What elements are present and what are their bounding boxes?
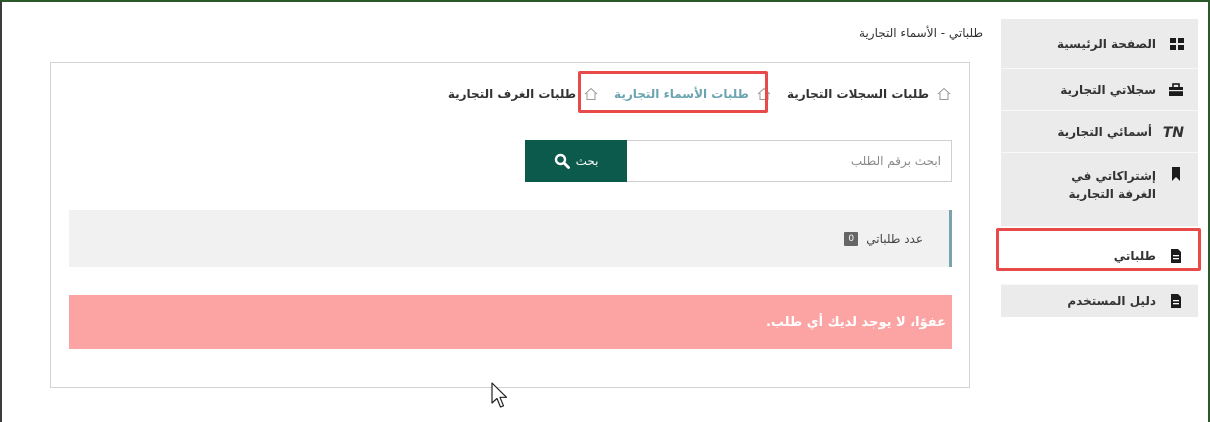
count-badge: 0 [844,231,859,246]
grid-icon [1168,37,1184,51]
document-icon [1168,294,1184,308]
sidebar-item-label: الصفحة الرئيسية [1056,36,1156,51]
search-icon [554,153,570,169]
highlight-box-tab [578,71,768,113]
tn-icon: TN [1162,124,1184,141]
alert-message: عفوًا، لا يوجد لديك أي طلب. [765,314,946,330]
sidebar-item-label: دليل المستخدم [1067,294,1156,308]
sidebar: الصفحة الرئيسية سجلاتي التجارية TN أسمائ… [1001,19,1198,317]
briefcase-icon [1168,82,1184,97]
sidebar-item-commercial-records[interactable]: سجلاتي التجارية [1001,69,1198,111]
search-button-label: بحث [575,154,599,168]
tab-chamber-requests[interactable]: طلبات الغرف التجارية [448,87,598,101]
bookmark-icon [1168,167,1184,181]
highlight-box-sidebar [996,228,1201,271]
sidebar-item-user-guide[interactable]: دليل المستخدم [1001,285,1198,317]
tab-label: طلبات السجلات التجارية [786,87,929,101]
sidebar-item-label: سجلاتي التجارية [1060,82,1156,97]
sidebar-item-chamber-subscriptions[interactable]: إشتراكاتي في الغرفة التجارية [1001,153,1198,227]
search-input[interactable] [627,140,952,182]
tab-commercial-records-requests[interactable]: طلبات السجلات التجارية [787,87,951,101]
page-title: طلباتي - الأسماء التجارية [859,26,983,40]
search-button[interactable]: بحث [525,140,627,182]
sidebar-item-label: إشتراكاتي في الغرفة التجارية [1068,169,1156,201]
sidebar-item-label: أسمائي التجارية [1057,124,1152,139]
count-label: عدد طلباتي [866,231,923,246]
tab-label: طلبات الغرف التجارية [447,87,577,101]
sidebar-item-home[interactable]: الصفحة الرئيسية [1001,19,1198,69]
no-requests-alert: عفوًا، لا يوجد لديك أي طلب. [69,295,952,349]
home-icon [937,87,951,100]
search-bar: بحث [525,140,952,182]
sidebar-item-trade-names[interactable]: TN أسمائي التجارية [1001,111,1198,153]
requests-count-box: عدد طلباتي 0 [69,210,952,267]
mouse-cursor-icon [491,382,508,408]
